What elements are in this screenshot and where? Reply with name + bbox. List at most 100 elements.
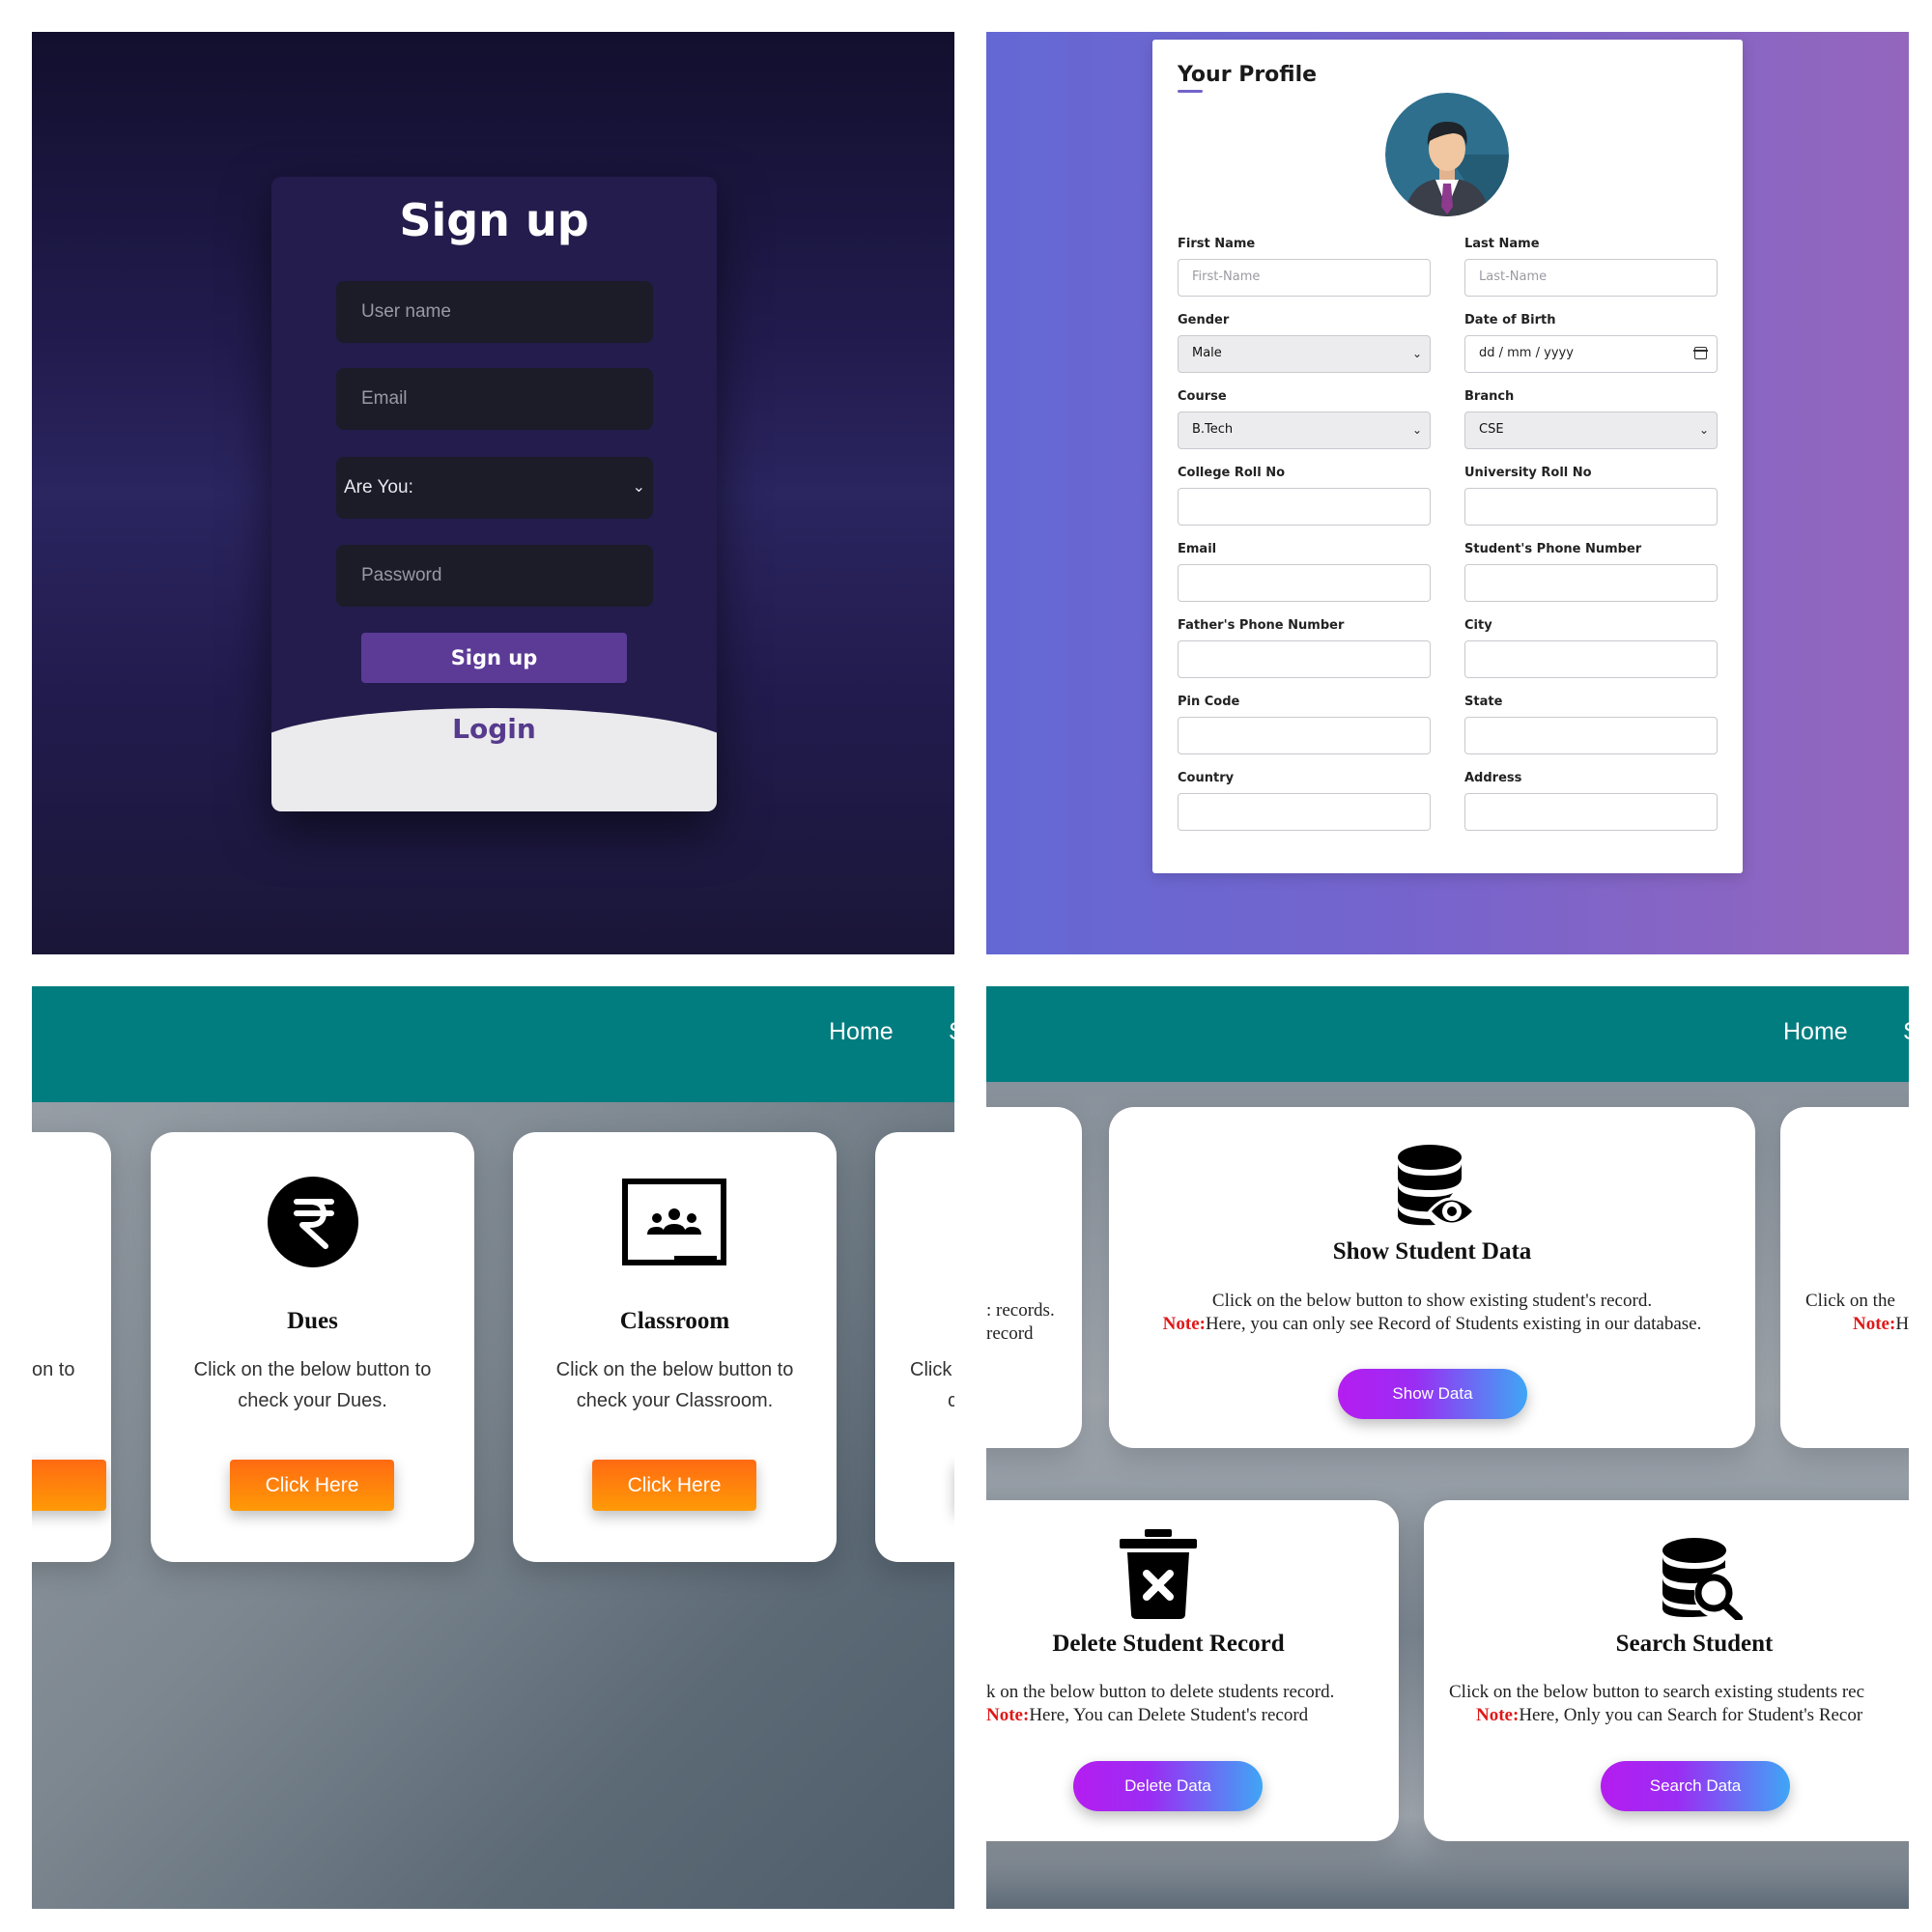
signup-button[interactable]: Sign up <box>361 633 627 683</box>
country-field[interactable] <box>1178 793 1431 831</box>
address-label: Address <box>1464 771 1522 785</box>
login-label[interactable]: Login <box>271 713 717 745</box>
dob-label: Date of Birth <box>1464 313 1556 327</box>
university-roll-label: University Roll No <box>1464 466 1592 480</box>
father-phone-label: Father's Phone Number <box>1178 618 1345 633</box>
address-field[interactable] <box>1464 793 1718 831</box>
delete-data-button[interactable]: Delete Data <box>1073 1761 1263 1811</box>
partial-card-text: on to <box>32 1359 75 1380</box>
delete-record-desc-line2: Note:Here, You can Delete Student's reco… <box>986 1704 1399 1727</box>
student-phone-field[interactable] <box>1464 564 1718 602</box>
search-student-card: Search Student Click on the below button… <box>1424 1500 1909 1841</box>
avatar <box>1385 93 1509 216</box>
dues-card: Dues Click on the below button to check … <box>151 1132 474 1562</box>
partial-card-right-line2: c <box>948 1390 954 1411</box>
click-here-button[interactable] <box>32 1460 106 1511</box>
trash-icon <box>1120 1529 1197 1619</box>
nav-home[interactable]: Home <box>829 1018 894 1046</box>
signup-title: Sign up <box>399 194 589 246</box>
note-label: Note: <box>986 1705 1030 1725</box>
pin-code-label: Pin Code <box>1178 695 1240 709</box>
gender-label: Gender <box>1178 313 1230 327</box>
university-roll-field[interactable] <box>1464 488 1718 526</box>
course-label: Course <box>1178 389 1227 404</box>
father-phone-field[interactable] <box>1178 640 1431 678</box>
classroom-desc-line1: Click on the below button to <box>555 1359 794 1380</box>
classroom-icon <box>622 1179 726 1265</box>
gender-select[interactable]: Male ⌄ <box>1178 335 1431 373</box>
state-label: State <box>1464 695 1503 709</box>
role-select[interactable]: Are You: ⌄ <box>336 457 653 519</box>
delete-record-desc-line1: k on the below button to delete students… <box>986 1682 1335 1702</box>
role-select-value: Are You: <box>344 477 413 497</box>
search-student-title: Search Student <box>1615 1631 1774 1657</box>
state-field[interactable] <box>1464 717 1718 754</box>
city-field[interactable] <box>1464 640 1718 678</box>
partial-card-right-line1: Click on the <box>1805 1291 1895 1311</box>
note-label: Note: <box>1853 1314 1896 1334</box>
gender-value: Male <box>1192 346 1222 360</box>
branch-select[interactable]: CSE ⌄ <box>1464 412 1718 449</box>
dob-field[interactable]: dd / mm / yyyy <box>1464 335 1718 373</box>
signup-panel: Sign up User name Email Are You: ⌄ Passw… <box>32 32 954 954</box>
college-roll-label: College Roll No <box>1178 466 1286 480</box>
search-student-desc-line2: Note:Here, Only you can Search for Stude… <box>1424 1704 1909 1727</box>
profile-title: Your Profile <box>1178 63 1318 87</box>
last-name-label: Last Name <box>1464 237 1540 251</box>
first-name-field[interactable]: First-Name <box>1178 259 1431 297</box>
pin-code-field[interactable] <box>1178 717 1431 754</box>
nav-home[interactable]: Home <box>1783 1018 1848 1046</box>
course-select[interactable]: B.Tech ⌄ <box>1178 412 1431 449</box>
email-field[interactable] <box>1178 564 1431 602</box>
chevron-down-icon: ⌄ <box>632 479 645 496</box>
search-data-button[interactable]: Search Data <box>1601 1761 1790 1811</box>
search-student-desc-line1: Click on the below button to search exis… <box>1449 1682 1865 1702</box>
partial-card-right-line1: Click <box>910 1359 952 1380</box>
show-data-desc-line1: Click on the below button to show existi… <box>1211 1291 1653 1311</box>
database-eye-icon <box>1398 1145 1477 1226</box>
dues-desc-line2: check your Dues. <box>238 1390 387 1411</box>
classroom-click-here-button[interactable]: Click Here <box>592 1460 756 1511</box>
title-underline <box>1178 90 1203 93</box>
city-label: City <box>1464 618 1492 633</box>
email-label: Email <box>1178 542 1217 556</box>
password-input[interactable]: Password <box>336 545 653 607</box>
show-data-note: Here, you can only see Record of Student… <box>1205 1314 1702 1334</box>
partial-card-right: Click c <box>875 1132 954 1562</box>
partial-note-text: H <box>1895 1314 1909 1334</box>
calendar-icon[interactable] <box>1693 347 1708 359</box>
course-value: B.Tech <box>1192 422 1234 437</box>
delete-record-card: Delete Student Record k on the below but… <box>986 1500 1399 1841</box>
dues-desc-line1: Click on the below button to <box>193 1359 432 1380</box>
chevron-down-icon: ⌄ <box>1411 423 1422 437</box>
partial-card-left: : records. record <box>986 1107 1082 1448</box>
note-label: Note: <box>1162 1314 1206 1334</box>
partial-card-right: Click on the Note:H <box>1780 1107 1909 1448</box>
signup-card: Sign up User name Email Are You: ⌄ Passw… <box>271 177 717 811</box>
partial-card-left-line2: record <box>986 1323 1034 1344</box>
nav-item-partial[interactable]: S <box>1903 1018 1909 1046</box>
last-name-field[interactable]: Last-Name <box>1464 259 1718 297</box>
first-name-label: First Name <box>1178 237 1256 251</box>
nav-item-partial[interactable]: S <box>949 1018 954 1046</box>
records-panel: Home S : records. record Show Student Da… <box>986 986 1909 1909</box>
branch-label: Branch <box>1464 389 1515 404</box>
rupee-icon <box>268 1177 358 1267</box>
top-navbar: Home S <box>32 986 954 1102</box>
username-input[interactable]: User name <box>336 281 653 343</box>
student-phone-label: Student's Phone Number <box>1464 542 1642 556</box>
show-data-button[interactable]: Show Data <box>1338 1369 1527 1419</box>
college-roll-field[interactable] <box>1178 488 1431 526</box>
partial-card-right-line2: Note:H <box>1853 1313 1909 1336</box>
chevron-down-icon: ⌄ <box>1411 347 1422 360</box>
country-label: Country <box>1178 771 1235 785</box>
note-label: Note: <box>1476 1705 1520 1725</box>
classroom-desc-line2: check your Classroom. <box>576 1390 774 1411</box>
dues-click-here-button[interactable]: Click Here <box>230 1460 394 1511</box>
email-input[interactable]: Email <box>336 368 653 430</box>
classroom-description: Click on the below button to check your … <box>532 1354 817 1416</box>
show-data-card: Show Student Data Click on the below but… <box>1109 1107 1755 1448</box>
classroom-card: Classroom Click on the below button to c… <box>513 1132 837 1562</box>
branch-value: CSE <box>1479 422 1504 437</box>
classroom-title: Classroom <box>619 1308 730 1334</box>
